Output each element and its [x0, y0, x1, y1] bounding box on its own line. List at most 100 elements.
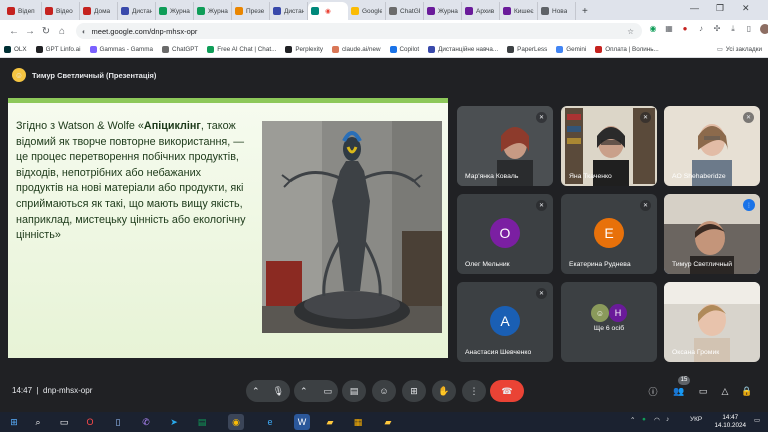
activities-button[interactable]: △ — [718, 384, 732, 398]
browser-tab[interactable]: Відео — [42, 2, 80, 20]
explorer-icon[interactable]: ▰ — [380, 414, 396, 430]
browser-tab[interactable]: ◉ — [308, 2, 348, 20]
participant-tile[interactable]: Оксана Громик — [664, 282, 760, 362]
new-tab-button[interactable]: + — [576, 6, 594, 20]
home-icon[interactable]: ⌂ — [54, 26, 70, 37]
avatar[interactable] — [760, 24, 768, 34]
bookmark-item[interactable]: Copilot — [389, 46, 419, 53]
chevron-up-icon[interactable]: ⌃ — [300, 386, 308, 397]
camera-control[interactable]: ⌃ ▭ — [294, 380, 338, 402]
browser-tab[interactable]: Журна — [194, 2, 232, 20]
notification-icon[interactable]: ▭ — [754, 416, 760, 424]
browser-tab[interactable]: Дистан — [270, 2, 308, 20]
search-icon[interactable]: ⌕ — [30, 414, 46, 430]
browser-tab[interactable]: Нова — [538, 2, 576, 20]
participant-tile[interactable]: А Анастасия Шевченко ✕ — [457, 282, 553, 362]
back-icon[interactable]: ← — [6, 26, 22, 37]
extensions-puzzle-icon[interactable]: ✣ — [712, 24, 722, 34]
participant-tile[interactable]: Тимур Светличный ⋮ — [664, 194, 760, 274]
browser-tab[interactable]: Журна — [424, 2, 462, 20]
slide-body: , також відомий як творче повторне викор… — [16, 120, 246, 242]
bookmark-item[interactable]: PaperLess — [507, 46, 547, 53]
address-bar[interactable]: ◐ meet.google.com/dnp-mhsx-opr ☆ — [76, 23, 642, 39]
tray-app-icon[interactable]: ● — [642, 416, 646, 423]
browser-tab[interactable]: Дистан — [118, 2, 156, 20]
browser-tab[interactable]: Кишеє — [500, 2, 538, 20]
host-controls-button[interactable]: 🔒 — [740, 384, 754, 398]
edge-icon[interactable]: e — [262, 414, 278, 430]
bookmark-item[interactable]: claude.ai/new — [331, 46, 381, 53]
extension-icon[interactable]: ◉ — [648, 24, 658, 34]
browser-tab[interactable]: Google — [348, 2, 386, 20]
emoji-button[interactable]: ☺ — [372, 380, 396, 402]
chrome-icon[interactable]: ◉ — [228, 414, 244, 430]
sidebar-icon[interactable]: ▯ — [744, 24, 754, 34]
reload-icon[interactable]: ↻ — [38, 26, 54, 37]
file-icon[interactable]: ▯ — [110, 414, 126, 430]
meeting-details-button[interactable]: ⓘ — [646, 384, 660, 398]
system-clock[interactable]: 14:47 14.10.2024 — [714, 414, 746, 430]
browser-tab[interactable]: Архив — [462, 2, 500, 20]
browser-tab[interactable]: Журна — [156, 2, 194, 20]
bookmark-favicon-icon — [595, 46, 603, 53]
captions-button[interactable]: ▤ — [342, 380, 366, 402]
windows-start-icon[interactable]: ⊞ — [6, 414, 22, 430]
viber-icon[interactable]: ✆ — [138, 414, 154, 430]
extension-icon[interactable]: ▦ — [664, 24, 674, 34]
language-indicator[interactable]: УКР — [690, 416, 702, 423]
download-icon[interactable]: ⤓ — [728, 24, 738, 34]
leave-call-button[interactable]: ☎ — [490, 380, 524, 402]
all-bookmarks[interactable]: ▭ Усі закладки — [717, 46, 762, 53]
browser-tab[interactable]: ChatGP — [386, 2, 424, 20]
bookmark-label: GPT Linfo.ai — [45, 46, 81, 53]
camera-icon[interactable]: ▭ — [323, 386, 332, 397]
bookmark-item[interactable]: ChatGPT — [162, 46, 198, 53]
bookmark-item[interactable]: Gemini — [556, 46, 586, 53]
bookmark-item[interactable]: Perplexity — [285, 46, 323, 53]
folder-icon[interactable]: ▰ — [322, 414, 338, 430]
microphone-icon[interactable]: 🎙 — [273, 386, 284, 397]
tab-label: Журна — [170, 7, 190, 15]
browser-tab[interactable]: Відеп — [4, 2, 42, 20]
participant-tile[interactable]: Мар'янка Коваль ✕ — [457, 106, 553, 186]
minimize-button[interactable]: — — [690, 3, 699, 13]
extension-icon[interactable]: ♪ — [696, 24, 706, 34]
participant-name: AO Shehaberidze — [672, 173, 726, 180]
chat-button[interactable]: ▭ — [696, 384, 710, 398]
participant-tile[interactable]: AO Shehaberidze ✕ — [664, 106, 760, 186]
bookmark-item[interactable]: Оплата | Волинь... — [595, 46, 659, 53]
wifi-icon[interactable]: ◠ — [654, 416, 660, 424]
close-window-button[interactable]: ✕ — [742, 3, 750, 14]
participant-tile[interactable]: Е Екатерина Руднева ✕ — [561, 194, 657, 274]
notes-icon[interactable]: ▦ — [350, 414, 366, 430]
forward-icon[interactable]: → — [22, 26, 38, 37]
participant-tile[interactable]: ☺ Н Ще 6 осіб — [561, 282, 657, 362]
browser-tab[interactable]: Дома — [80, 2, 118, 20]
participant-tile[interactable]: Яна Ткаченко ✕ — [561, 106, 657, 186]
telegram-icon[interactable]: ➤ — [166, 414, 182, 430]
volume-icon[interactable]: ♪ — [666, 416, 669, 423]
extension-icon[interactable]: ● — [680, 24, 690, 34]
browser-tab[interactable]: Презе — [232, 2, 270, 20]
tray-chevron-icon[interactable]: ⌃ — [630, 416, 635, 424]
tab-label: Журна — [438, 7, 458, 15]
present-button[interactable]: ⊞ — [402, 380, 426, 402]
maximize-button[interactable]: ❐ — [716, 3, 724, 14]
bookmark-star-icon[interactable]: ☆ — [627, 27, 634, 36]
bookmark-item[interactable]: OLX — [4, 46, 27, 53]
microphone-control[interactable]: ⌃ 🎙 — [246, 380, 290, 402]
task-view-icon[interactable]: ▭ — [56, 414, 72, 430]
window-icon[interactable]: ▤ — [194, 414, 210, 430]
bookmark-item[interactable]: Free AI Chat | Chat... — [207, 46, 276, 53]
raise-hand-button[interactable]: ✋ — [432, 380, 456, 402]
bookmark-item[interactable]: Дистанційне навча... — [428, 46, 498, 53]
opera-icon[interactable]: O — [82, 414, 98, 430]
chevron-up-icon[interactable]: ⌃ — [252, 386, 260, 397]
site-info-icon[interactable]: ◐ — [82, 27, 87, 36]
word-icon[interactable]: W — [294, 414, 310, 430]
bookmark-item[interactable]: GPT Linfo.ai — [35, 46, 81, 53]
people-button[interactable]: 👥 — [672, 384, 686, 398]
participant-tile[interactable]: О Олег Мельник ✕ — [457, 194, 553, 274]
bookmark-item[interactable]: Gammas - Gamma — [89, 46, 153, 53]
more-options-button[interactable]: ⋮ — [462, 380, 486, 402]
